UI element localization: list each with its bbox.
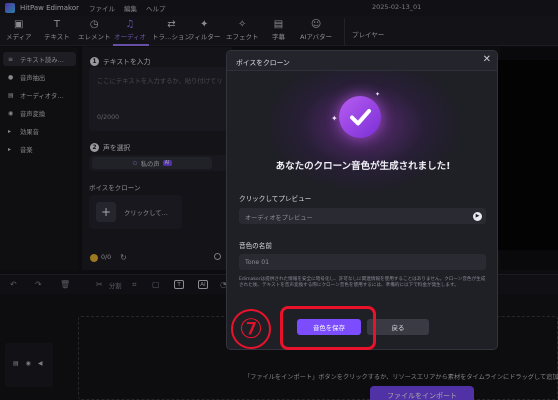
tone-name-value: Tone 01 bbox=[245, 258, 270, 266]
annotation-step-number: ⑦ bbox=[231, 309, 271, 349]
success-message: あなたのクローン音色が生成されました! bbox=[275, 161, 451, 172]
disclaimer-text: Edimakorは提供された情報を安全に暗号化し、許可なしに関連情報を使用するこ… bbox=[239, 277, 486, 289]
check-icon bbox=[339, 96, 381, 138]
play-icon[interactable]: ▶ bbox=[473, 211, 482, 221]
clone-voice-dialog: ボイスをクローン ✕ ✦ ✦ あなたのクローン音色が生成されました! クリックし… bbox=[226, 50, 498, 350]
dialog-title: ボイスをクローン bbox=[236, 59, 290, 67]
tone-name-label: 音色の名前 bbox=[239, 242, 272, 250]
preview-placeholder: オーディオをプレビュー bbox=[245, 214, 313, 222]
tone-name-input[interactable]: Tone 01 bbox=[239, 254, 486, 270]
dialog-header: ボイスをクローン ✕ bbox=[227, 51, 497, 71]
audio-preview-field[interactable]: オーディオをプレビュー ▶ bbox=[239, 208, 486, 224]
close-icon[interactable]: ✕ bbox=[483, 54, 491, 65]
back-button[interactable]: 戻る bbox=[367, 319, 429, 335]
preview-label: クリックしてプレビュー bbox=[239, 195, 312, 203]
sparkle-icon: ✦ bbox=[375, 91, 381, 98]
annotation-highlight bbox=[280, 306, 376, 350]
sparkle-icon: ✦ bbox=[331, 114, 338, 123]
